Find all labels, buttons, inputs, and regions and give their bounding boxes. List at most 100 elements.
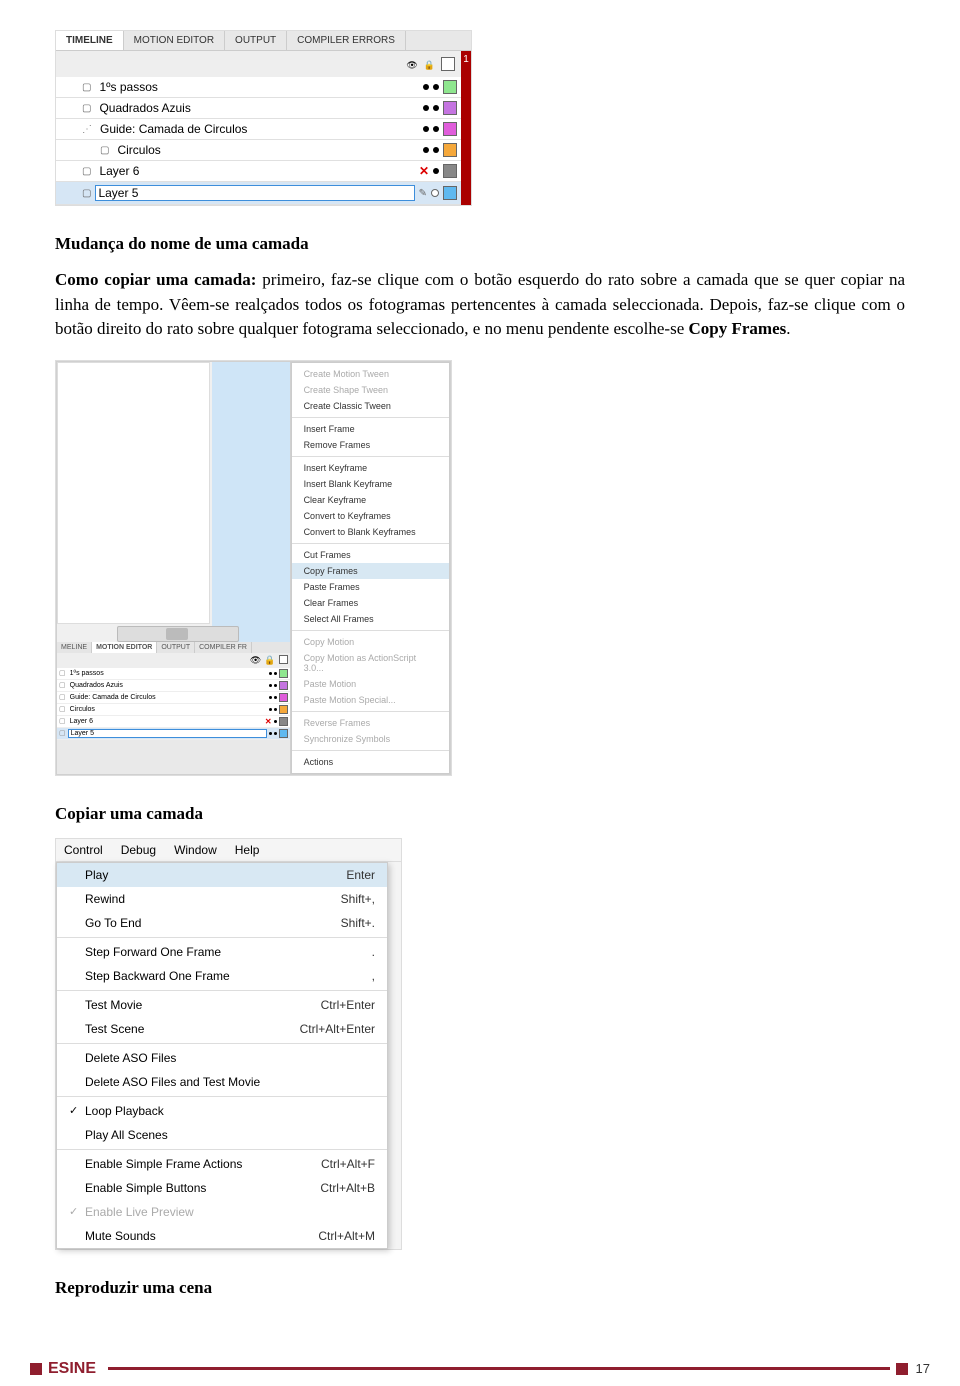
context-menu-item[interactable]: Insert Blank Keyframe xyxy=(292,476,449,492)
dropdown-item[interactable]: Test SceneCtrl+Alt+Enter xyxy=(57,1017,387,1041)
context-menu-item[interactable]: Convert to Keyframes xyxy=(292,508,449,524)
mini-layer-row[interactable]: ▢Layer 6✕ xyxy=(57,716,290,728)
mini-outline-icon[interactable] xyxy=(279,655,288,664)
mini-layer-name-input[interactable]: Layer 5 xyxy=(68,729,267,738)
context-menu-item[interactable]: Remove Frames xyxy=(292,437,449,453)
mini-x-icon[interactable]: ✕ xyxy=(265,717,272,726)
tab-compiler-errors[interactable]: COMPILER ERRORS xyxy=(287,31,406,50)
dropdown-item[interactable]: Step Forward One Frame. xyxy=(57,940,387,964)
dropdown-item[interactable]: ✓Loop Playback xyxy=(57,1099,387,1123)
dropdown-item[interactable]: Test MovieCtrl+Enter xyxy=(57,993,387,1017)
context-menu-item[interactable]: Copy Frames xyxy=(292,563,449,579)
color-swatch[interactable] xyxy=(443,164,457,178)
menu-control[interactable]: Control xyxy=(64,843,103,857)
context-menu-item[interactable]: Clear Frames xyxy=(292,595,449,611)
mini-lock-dot[interactable] xyxy=(274,684,277,687)
mini-lock-dot[interactable] xyxy=(274,672,277,675)
mini-visibility-icon[interactable] xyxy=(250,655,261,666)
visibility-dot[interactable] xyxy=(423,126,429,132)
dropdown-item[interactable]: Mute SoundsCtrl+Alt+M xyxy=(57,1224,387,1248)
mini-color-swatch[interactable] xyxy=(279,717,288,726)
lock-dot[interactable] xyxy=(433,126,439,132)
dropdown-item[interactable]: Delete ASO Files and Test Movie xyxy=(57,1070,387,1094)
visibility-dot[interactable] xyxy=(423,147,429,153)
color-swatch[interactable] xyxy=(443,186,457,200)
context-menu-item[interactable]: Cut Frames xyxy=(292,547,449,563)
visibility-dot[interactable] xyxy=(423,105,429,111)
x-icon[interactable]: ✕ xyxy=(419,164,429,178)
menu-help[interactable]: Help xyxy=(235,843,260,857)
mini-color-swatch[interactable] xyxy=(279,693,288,702)
dropdown-item[interactable]: Enable Simple ButtonsCtrl+Alt+B xyxy=(57,1176,387,1200)
layer-row[interactable]: ▢Quadrados Azuis xyxy=(56,98,461,119)
context-menu-item[interactable]: Insert Keyframe xyxy=(292,460,449,476)
lock-dot[interactable] xyxy=(433,105,439,111)
mini-color-swatch[interactable] xyxy=(279,669,288,678)
dropdown-item[interactable]: Step Backward One Frame, xyxy=(57,964,387,988)
context-menu-item[interactable]: Select All Frames xyxy=(292,611,449,627)
menu-separator xyxy=(292,711,449,712)
mini-lock-dot[interactable] xyxy=(274,720,277,723)
layer-row[interactable]: ▢1ºs passos xyxy=(56,77,461,98)
mini-lock-dot[interactable] xyxy=(274,732,277,735)
dropdown-item[interactable]: Enable Simple Frame ActionsCtrl+Alt+F xyxy=(57,1152,387,1176)
lock-dot[interactable] xyxy=(431,189,439,197)
visibility-dot[interactable] xyxy=(423,84,429,90)
context-menu-item[interactable]: Clear Keyframe xyxy=(292,492,449,508)
dropdown-item[interactable]: RewindShift+, xyxy=(57,887,387,911)
dropdown-item[interactable]: Delete ASO Files xyxy=(57,1046,387,1070)
tab-motion-editor[interactable]: MOTION EDITOR xyxy=(124,31,225,50)
mini-tab-compiler[interactable]: COMPILER FR xyxy=(195,642,252,653)
mini-layer-row[interactable]: ▢1ºs passos xyxy=(57,668,290,680)
lock-dot[interactable] xyxy=(433,84,439,90)
context-menu-item: Paste Motion Special... xyxy=(292,692,449,708)
layer-row[interactable]: ▢Layer 6✕ xyxy=(56,161,461,182)
mini-layer-row[interactable]: ▢Circulos xyxy=(57,704,290,716)
mini-visibility-dot[interactable] xyxy=(269,684,272,687)
color-swatch[interactable] xyxy=(443,101,457,115)
context-menu-item[interactable]: Create Classic Tween xyxy=(292,398,449,414)
outline-column-icon[interactable] xyxy=(441,57,455,71)
mini-tab-motion-editor[interactable]: MOTION EDITOR xyxy=(92,642,157,653)
dropdown-item[interactable]: PlayEnter xyxy=(57,863,387,887)
mini-visibility-dot[interactable] xyxy=(269,696,272,699)
layer-name-input[interactable]: Layer 5 xyxy=(95,185,414,201)
mini-lock-dot[interactable] xyxy=(274,708,277,711)
visibility-column-icon[interactable] xyxy=(406,55,417,73)
mini-layer-row[interactable]: ▢Guide: Camada de Circulos xyxy=(57,692,290,704)
dropdown-item[interactable]: Go To EndShift+. xyxy=(57,911,387,935)
mini-layer-row[interactable]: ▢Quadrados Azuis xyxy=(57,680,290,692)
pencil-icon[interactable]: ✎ xyxy=(419,188,427,199)
mini-color-swatch[interactable] xyxy=(279,705,288,714)
mini-visibility-dot[interactable] xyxy=(269,672,272,675)
lock-dot[interactable] xyxy=(433,168,439,174)
mini-visibility-dot[interactable] xyxy=(269,708,272,711)
dropdown-item[interactable]: Play All Scenes xyxy=(57,1123,387,1147)
context-menu-item[interactable]: Insert Frame xyxy=(292,421,449,437)
mini-visibility-dot[interactable] xyxy=(269,732,272,735)
lock-dot[interactable] xyxy=(433,147,439,153)
mini-lock-icon[interactable] xyxy=(264,655,275,666)
mini-tab-output[interactable]: OUTPUT xyxy=(157,642,195,653)
context-menu-item[interactable]: Paste Frames xyxy=(292,579,449,595)
menu-debug[interactable]: Debug xyxy=(121,843,156,857)
layer-row[interactable]: ▢Layer 5✎ xyxy=(56,182,461,205)
context-menu-item[interactable]: Convert to Blank Keyframes xyxy=(292,524,449,540)
color-swatch[interactable] xyxy=(443,122,457,136)
menu-window[interactable]: Window xyxy=(174,843,217,857)
layer-row[interactable]: ⋰Guide: Camada de Circulos xyxy=(56,119,461,140)
mini-color-swatch[interactable] xyxy=(279,729,288,738)
tab-timeline[interactable]: TIMELINE xyxy=(56,31,124,50)
stage-area[interactable] xyxy=(57,362,290,642)
horizontal-scrollbar[interactable] xyxy=(117,626,239,642)
mini-color-swatch[interactable] xyxy=(279,681,288,690)
tab-output[interactable]: OUTPUT xyxy=(225,31,287,50)
mini-tab-timeline[interactable]: MELINE xyxy=(57,642,92,653)
mini-layer-row[interactable]: ▢Layer 5 xyxy=(57,728,290,740)
layer-row[interactable]: ▢Circulos xyxy=(56,140,461,161)
context-menu-item[interactable]: Actions xyxy=(292,754,449,770)
color-swatch[interactable] xyxy=(443,80,457,94)
mini-lock-dot[interactable] xyxy=(274,696,277,699)
color-swatch[interactable] xyxy=(443,143,457,157)
lock-column-icon[interactable] xyxy=(424,55,435,73)
